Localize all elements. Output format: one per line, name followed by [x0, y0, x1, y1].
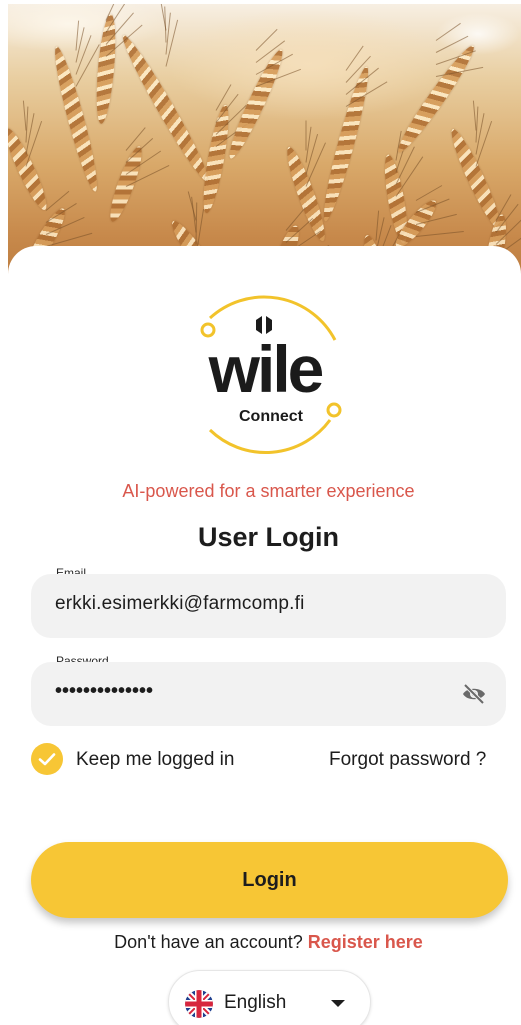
page-title: User Login	[197, 522, 339, 552]
wheat-awn	[195, 202, 198, 245]
no-account-text: Don't have an account?	[114, 932, 303, 952]
keep-logged-in-label[interactable]: Keep me logged in	[76, 749, 234, 771]
password-field[interactable]: ••••••••••••••	[31, 662, 506, 726]
wheat-awn	[415, 185, 443, 201]
login-screen: wile Connect AI-powered for a smarter ex…	[0, 0, 521, 1025]
wheat-awn	[305, 120, 307, 151]
keep-logged-in-checkbox[interactable]	[31, 743, 63, 775]
logo-wordmark: wile	[208, 332, 323, 406]
wheat-stalk	[317, 64, 375, 224]
wheat-stalk	[223, 46, 289, 162]
register-row: Don't have an account? Register here	[0, 932, 521, 953]
logo-subtitle: Connect	[239, 408, 304, 425]
language-select[interactable]: English	[168, 970, 371, 1025]
tagline: AI-powered for a smarter experience	[122, 481, 415, 501]
uk-flag-icon	[185, 990, 213, 1018]
eye-off-icon[interactable]	[462, 684, 486, 704]
wheat-awn	[45, 190, 70, 211]
wheat-awn	[415, 230, 464, 237]
register-link[interactable]: Register here	[308, 932, 423, 952]
wheat-stalk	[104, 143, 148, 225]
language-label: English	[224, 992, 287, 1013]
wheat-awn	[164, 6, 167, 43]
wheat-stalk	[8, 124, 53, 214]
wheat-stalk	[392, 41, 480, 157]
forgot-password-link[interactable]: Forgot password ?	[329, 749, 486, 771]
email-value[interactable]: erkki.esimerkki@farmcomp.fi	[55, 593, 305, 615]
email-field[interactable]: erkki.esimerkki@farmcomp.fi	[31, 574, 506, 638]
check-icon	[38, 753, 56, 766]
wheat-awn	[435, 22, 461, 41]
login-button[interactable]: Login	[31, 842, 508, 918]
caret-down-icon	[331, 1000, 345, 1007]
password-value[interactable]: ••••••••••••••	[55, 680, 153, 703]
wile-connect-logo: wile Connect	[200, 295, 342, 454]
wheat-stalk	[48, 44, 104, 194]
